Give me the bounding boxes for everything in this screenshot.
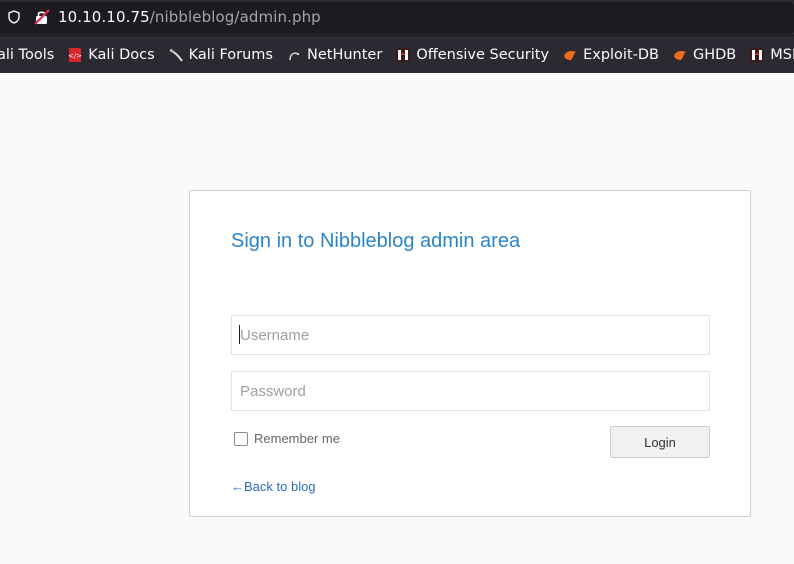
password-input[interactable] <box>231 371 710 411</box>
login-button[interactable]: Login <box>610 426 710 458</box>
remember-me[interactable]: Remember me <box>234 431 340 446</box>
bookmark-kali-docs[interactable]: </> Kali Docs <box>68 36 154 73</box>
insecure-lock-icon[interactable] <box>34 9 50 25</box>
bookmark-exploit-db[interactable]: Exploit-DB <box>563 36 659 73</box>
svg-text:</>: </> <box>68 52 82 60</box>
bookmark-label: Exploit-DB <box>583 46 659 63</box>
bookmark-label: MSFU <box>770 46 794 63</box>
offensive-security-icon <box>396 47 411 62</box>
nethunter-icon <box>289 51 300 60</box>
bookmark-msfu[interactable]: MSFU <box>750 36 794 73</box>
bookmarks-toolbar: ali Tools </> Kali Docs Kali Forums NetH… <box>0 36 794 73</box>
bookmark-label: Kali Forums <box>188 46 273 63</box>
url-text[interactable]: 10.10.10.75/nibbleblog/admin.php <box>58 8 321 26</box>
login-card: Sign in to Nibbleblog admin area Remembe… <box>189 190 751 517</box>
bookmark-label: ali Tools <box>0 46 55 63</box>
url-bar: 10.10.10.75/nibbleblog/admin.php <box>0 0 794 36</box>
back-to-blog-link[interactable]: ←Back to blog <box>231 479 316 494</box>
bookmark-label: NetHunter <box>307 46 383 63</box>
bookmark-ghdb[interactable]: GHDB <box>673 36 736 73</box>
bookmark-nethunter[interactable]: NetHunter <box>287 36 382 73</box>
username-input[interactable] <box>231 315 710 355</box>
kali-docs-icon: </> <box>68 47 82 62</box>
remember-me-checkbox[interactable] <box>234 431 248 446</box>
tracking-shield-icon[interactable] <box>8 10 20 24</box>
exploit-db-icon <box>564 50 577 60</box>
url-host: 10.10.10.75 <box>58 8 150 26</box>
url-path: /nibbleblog/admin.php <box>149 8 321 26</box>
bookmark-label: Offensive Security <box>416 46 550 63</box>
kali-forums-icon <box>169 47 183 62</box>
bookmark-label: GHDB <box>692 46 737 63</box>
bookmark-kali-tools[interactable]: ali Tools <box>0 36 54 73</box>
page-title: Sign in to Nibbleblog admin area <box>231 230 521 252</box>
text-caret <box>239 325 240 344</box>
bookmark-kali-forums[interactable]: Kali Forums <box>169 36 273 73</box>
remember-me-label: Remember me <box>254 431 340 446</box>
bookmark-label: Kali Docs <box>88 46 155 63</box>
ghdb-icon <box>673 50 686 60</box>
msfu-icon <box>750 47 765 62</box>
bookmark-offensive-security[interactable]: Offensive Security <box>396 36 549 73</box>
